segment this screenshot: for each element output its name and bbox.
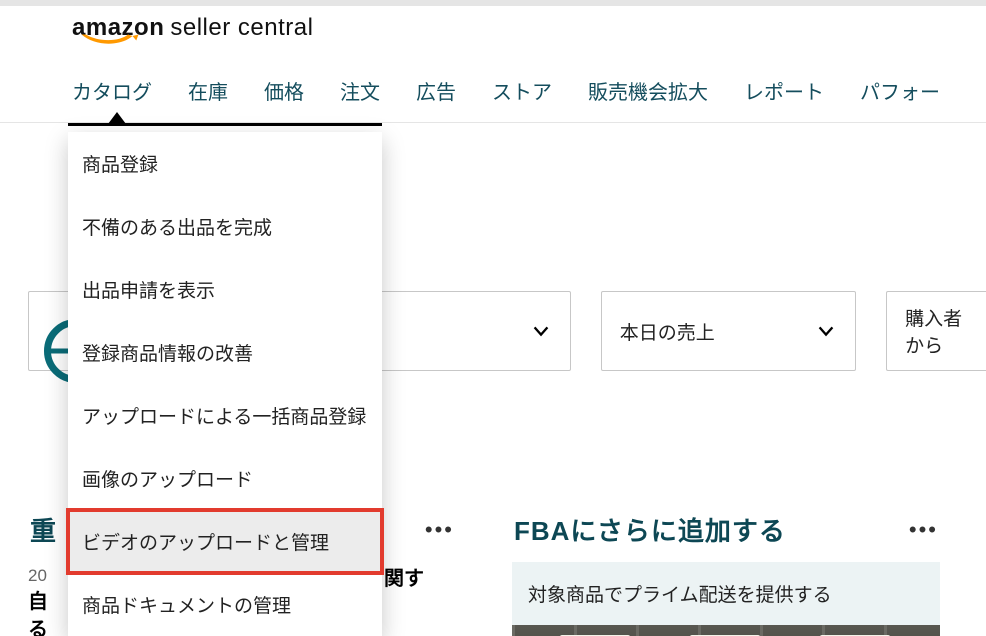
sales-today-select[interactable]: 本日の売上	[601, 291, 856, 371]
menu-item-product-documents[interactable]: 商品ドキュメントの管理	[68, 573, 382, 636]
nav-item-performance[interactable]: パフォー	[860, 76, 940, 105]
menu-item-complete-drafts[interactable]: 不備のある出品を完成	[68, 195, 382, 258]
amazon-seller-central-logo: amazon seller central	[72, 14, 313, 42]
card-news-title: 重	[30, 511, 57, 548]
buyer-messages-label: 購入者から	[905, 304, 968, 358]
sales-today-label: 本日の売上	[620, 318, 715, 345]
card-news-headline-peek: 関す	[384, 565, 424, 593]
nav-item-inventory[interactable]: 在庫	[188, 76, 228, 105]
card-fba: FBAにさらに追加する ••• 対象商品でプライム配送を提供する	[512, 507, 940, 636]
logo-word-rest: seller central	[170, 14, 313, 42]
menu-item-add-product[interactable]: 商品登録	[68, 132, 382, 195]
amazon-smile-icon	[74, 33, 146, 45]
card-fba-menu-button[interactable]: •••	[909, 517, 938, 543]
menu-item-video-upload-manage[interactable]: ビデオのアップロードと管理	[68, 510, 382, 573]
menu-item-image-upload[interactable]: 画像のアップロード	[68, 447, 382, 510]
main-nav: カタログ 在庫 価格 注文 広告 ストア 販売機会拡大 レポート パフォー	[0, 50, 986, 123]
nav-item-stores[interactable]: ストア	[492, 76, 552, 105]
nav-item-reports[interactable]: レポート	[744, 76, 824, 105]
nav-item-growth[interactable]: 販売機会拡大	[588, 76, 708, 105]
menu-item-bulk-upload[interactable]: アップロードによる一括商品登録	[68, 384, 382, 447]
chevron-down-icon	[530, 320, 552, 342]
card-fba-subtitle: 対象商品でプライム配送を提供する	[512, 562, 940, 625]
catalog-dropdown-menu: 商品登録 不備のある出品を完成 出品申請を表示 登録商品情報の改善 アップロード…	[68, 132, 382, 636]
card-fba-title: FBAにさらに追加する	[514, 511, 786, 548]
card-news-menu-button[interactable]: •••	[425, 517, 454, 543]
menu-item-improve-listing[interactable]: 登録商品情報の改善	[68, 321, 382, 384]
logo-bar: amazon seller central	[0, 6, 986, 50]
nav-item-catalog[interactable]: カタログ	[72, 76, 152, 105]
buyer-messages-select[interactable]: 購入者から	[886, 291, 986, 371]
menu-item-selling-applications[interactable]: 出品申請を表示	[68, 258, 382, 321]
chevron-down-icon	[815, 320, 837, 342]
warehouse-illustration	[512, 625, 940, 636]
nav-item-pricing[interactable]: 価格	[264, 76, 304, 105]
nav-item-orders[interactable]: 注文	[340, 76, 380, 105]
nav-item-advertising[interactable]: 広告	[416, 76, 456, 105]
